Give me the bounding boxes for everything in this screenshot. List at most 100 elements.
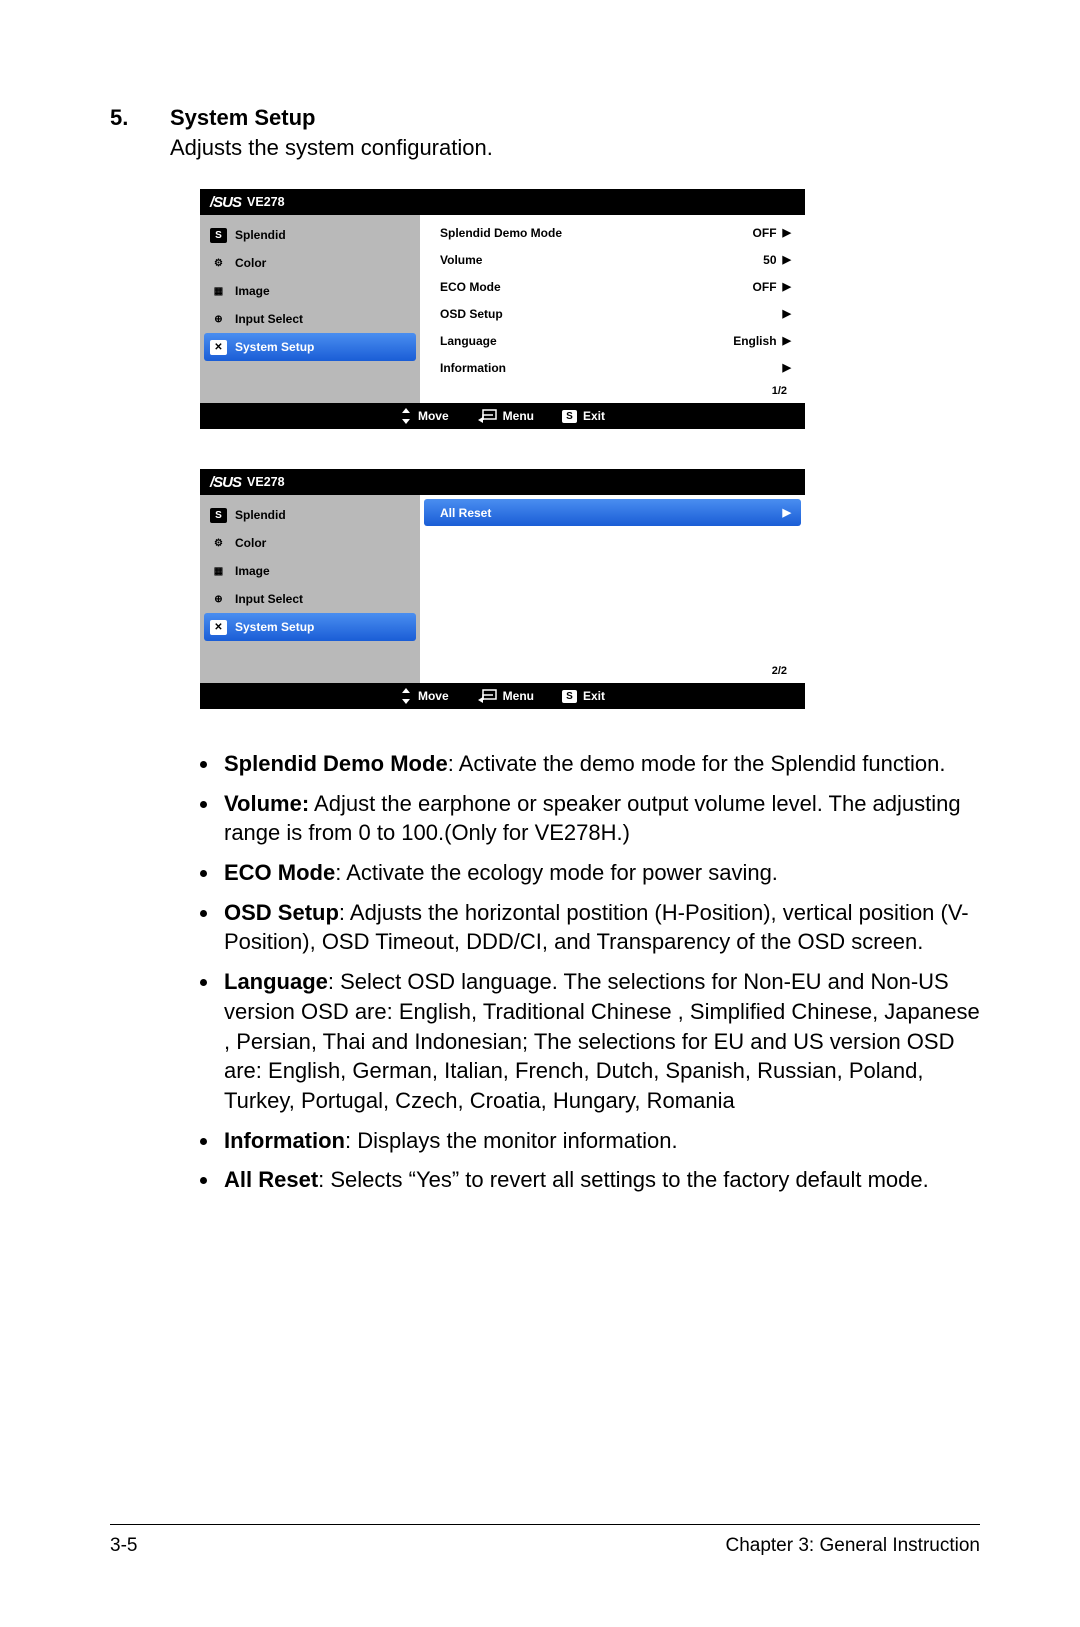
footer-move-label: Move — [418, 689, 449, 703]
chevron-right-icon: ▶ — [783, 506, 791, 519]
setting-label: ECO Mode — [440, 280, 501, 294]
chevron-right-icon: ▶ — [783, 280, 791, 293]
list-item: OSD Setup: Adjusts the horizontal postit… — [220, 898, 980, 957]
osd-right-panel: Splendid Demo Mode OFF ▶ Volume 50 ▶ ECO M… — [420, 215, 805, 403]
input-icon: ⊕ — [210, 592, 227, 607]
image-icon: ▦ — [210, 564, 227, 579]
list-item: Language: Select OSD language. The selec… — [220, 967, 980, 1115]
move-updown-icon — [400, 688, 412, 704]
sidebar-item-label: Splendid — [235, 508, 286, 522]
setting-label: Language — [440, 334, 497, 348]
setting-information[interactable]: Information ▶ — [424, 354, 801, 381]
sidebar-item-label: System Setup — [235, 620, 314, 634]
setting-osd-setup[interactable]: OSD Setup ▶ — [424, 300, 801, 327]
osd-header: /SUS VE278 — [200, 469, 805, 495]
sidebar-item-label: Color — [235, 256, 266, 270]
brand-logo: /SUS — [210, 474, 241, 491]
list-item: ECO Mode: Activate the ecology mode for … — [220, 858, 980, 888]
footer-menu-label: Menu — [503, 689, 534, 703]
osd-panel-1: /SUS VE278 S Splendid ⚙ Color ▦ Image — [200, 189, 805, 429]
sidebar-item-input-select[interactable]: ⊕ Input Select — [200, 585, 420, 613]
sidebar-item-system-setup[interactable]: ✕ System Setup — [204, 333, 416, 361]
setting-value: OFF — [753, 280, 777, 294]
setting-splendid-demo[interactable]: Splendid Demo Mode OFF ▶ — [424, 219, 801, 246]
chevron-right-icon: ▶ — [783, 226, 791, 239]
list-item: All Reset: Selects “Yes” to revert all s… — [220, 1165, 980, 1195]
chevron-right-icon: ▶ — [783, 361, 791, 374]
setting-value: English — [733, 334, 776, 348]
sidebar-item-label: Image — [235, 284, 270, 298]
footer-menu: Menu — [477, 689, 534, 703]
enter-icon — [477, 409, 497, 423]
description-list: Splendid Demo Mode: Activate the demo mo… — [170, 749, 980, 1195]
footer-menu-label: Menu — [503, 409, 534, 423]
section-title: System Setup — [170, 105, 316, 131]
osd-left-menu: S Splendid ⚙ Color ▦ Image ⊕ Input Selec… — [200, 215, 420, 403]
model-label: VE278 — [247, 195, 285, 209]
s-badge-icon: S — [562, 410, 577, 423]
sidebar-item-splendid[interactable]: S Splendid — [200, 501, 420, 529]
footer-exit: S Exit — [562, 409, 605, 423]
setting-label: Splendid Demo Mode — [440, 226, 562, 240]
sidebar-item-label: Input Select — [235, 312, 303, 326]
page-indicator: 2/2 — [424, 661, 801, 683]
sidebar-item-label: Input Select — [235, 592, 303, 606]
setting-value: 50 — [763, 253, 776, 267]
enter-icon — [477, 689, 497, 703]
setting-all-reset[interactable]: All Reset ▶ — [424, 499, 801, 526]
footer-exit-label: Exit — [583, 409, 605, 423]
footer-move: Move — [400, 408, 449, 424]
sidebar-item-label: Color — [235, 536, 266, 550]
section-description: Adjusts the system configuration. — [170, 135, 980, 161]
osd-header: /SUS VE278 — [200, 189, 805, 215]
system-setup-icon: ✕ — [210, 620, 227, 635]
page-footer: 3-5 Chapter 3: General Instruction — [110, 1524, 980, 1557]
sidebar-item-label: System Setup — [235, 340, 314, 354]
s-badge-icon: S — [562, 690, 577, 703]
input-icon: ⊕ — [210, 312, 227, 327]
sidebar-item-label: Splendid — [235, 228, 286, 242]
footer-exit: S Exit — [562, 689, 605, 703]
sidebar-item-input-select[interactable]: ⊕ Input Select — [200, 305, 420, 333]
chapter-label: Chapter 3: General Instruction — [725, 1535, 980, 1557]
chevron-right-icon: ▶ — [783, 334, 791, 347]
footer-menu: Menu — [477, 409, 534, 423]
setting-value: OFF — [753, 226, 777, 240]
sidebar-item-system-setup[interactable]: ✕ System Setup — [204, 613, 416, 641]
color-icon: ⚙ — [210, 256, 227, 271]
system-setup-icon: ✕ — [210, 340, 227, 355]
sidebar-item-splendid[interactable]: S Splendid — [200, 221, 420, 249]
chevron-right-icon: ▶ — [783, 307, 791, 320]
sidebar-item-color[interactable]: ⚙ Color — [200, 249, 420, 277]
footer-move: Move — [400, 688, 449, 704]
list-item: Information: Displays the monitor inform… — [220, 1126, 980, 1156]
sidebar-item-color[interactable]: ⚙ Color — [200, 529, 420, 557]
setting-volume[interactable]: Volume 50 ▶ — [424, 246, 801, 273]
splendid-icon: S — [210, 228, 227, 243]
list-item: Splendid Demo Mode: Activate the demo mo… — [220, 749, 980, 779]
sidebar-item-image[interactable]: ▦ Image — [200, 277, 420, 305]
list-item: Volume: Adjust the earphone or speaker o… — [220, 789, 980, 848]
chevron-right-icon: ▶ — [783, 253, 791, 266]
osd-footer: Move Menu S Exit — [200, 403, 805, 429]
page-number: 3-5 — [110, 1535, 137, 1557]
move-updown-icon — [400, 408, 412, 424]
brand-logo: /SUS — [210, 194, 241, 211]
setting-label: Volume — [440, 253, 482, 267]
model-label: VE278 — [247, 475, 285, 489]
section-number: 5. — [110, 105, 170, 131]
setting-eco-mode[interactable]: ECO Mode OFF ▶ — [424, 273, 801, 300]
osd-panel-2: /SUS VE278 S Splendid ⚙ Color ▦ Image — [200, 469, 805, 709]
page-indicator: 1/2 — [424, 381, 801, 403]
setting-label: All Reset — [440, 506, 491, 520]
image-icon: ▦ — [210, 284, 227, 299]
setting-language[interactable]: Language English ▶ — [424, 327, 801, 354]
splendid-icon: S — [210, 508, 227, 523]
setting-label: OSD Setup — [440, 307, 503, 321]
osd-left-menu: S Splendid ⚙ Color ▦ Image ⊕ Input Selec… — [200, 495, 420, 683]
osd-footer: Move Menu S Exit — [200, 683, 805, 709]
setting-label: Information — [440, 361, 506, 375]
osd-right-panel: All Reset ▶ 2/2 — [420, 495, 805, 683]
sidebar-item-image[interactable]: ▦ Image — [200, 557, 420, 585]
sidebar-item-label: Image — [235, 564, 270, 578]
